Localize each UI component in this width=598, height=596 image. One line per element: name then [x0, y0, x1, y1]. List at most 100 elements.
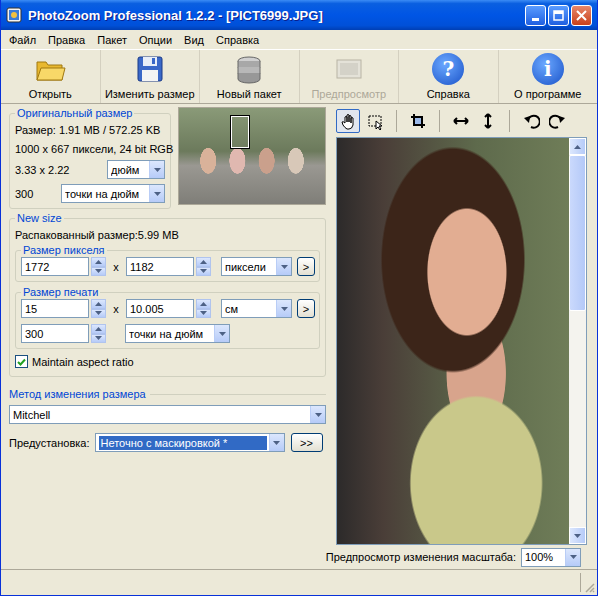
dropdown-button[interactable]: [276, 300, 291, 317]
unit-select[interactable]: пиксели: [221, 257, 292, 276]
folder-icon: [34, 53, 66, 85]
up-arrow-icon: [199, 301, 208, 307]
unit-select[interactable]: дюйм: [107, 160, 165, 179]
original-row: Оригинальный размерРазмер: 1.91 MB / 572…: [9, 107, 326, 209]
dropdown-button[interactable]: [149, 161, 164, 178]
down-arrow-icon: [573, 533, 582, 539]
toolbar-button[interactable]: iО программе: [498, 50, 598, 103]
dropdown-button[interactable]: [276, 258, 291, 275]
spin-down[interactable]: [91, 309, 106, 319]
scrollbar-track[interactable]: [569, 155, 586, 527]
dropdown-button[interactable]: [214, 325, 229, 342]
unit-select-text: см: [225, 303, 276, 315]
viewport-frame[interactable]: [231, 116, 249, 148]
spin-up[interactable]: [91, 299, 106, 309]
toolbar-button[interactable]: ?Справка: [398, 50, 498, 103]
spin-down[interactable]: [196, 267, 211, 277]
dropdown-button[interactable]: [565, 549, 580, 566]
height-field[interactable]: 1182: [126, 257, 194, 276]
toolbar-button[interactable]: Новый пакет: [199, 50, 299, 103]
view-tool-button[interactable]: [406, 109, 430, 133]
spin-up[interactable]: [196, 257, 211, 267]
dropdown-button[interactable]: [269, 434, 284, 451]
down-arrow-icon: [94, 310, 103, 316]
resolution-unit-select[interactable]: точки на дюйм: [61, 184, 165, 203]
menu-item[interactable]: Файл: [3, 33, 42, 47]
toolbar-button[interactable]: Изменить размер: [100, 50, 200, 103]
preset-label: Предустановка:: [9, 433, 90, 452]
up-arrow-icon: [94, 259, 103, 265]
preview-image[interactable]: [337, 138, 569, 544]
preset-select[interactable]: Неточно с маскировкой *: [95, 433, 285, 452]
resolution-row: 300 точки на дюйм: [15, 184, 165, 203]
up-arrow-icon: [199, 259, 208, 265]
dropdown-button[interactable]: [310, 406, 325, 423]
down-arrow-icon: [153, 167, 162, 173]
zoom-select[interactable]: 100%: [521, 548, 581, 567]
scroll-up-button[interactable]: [569, 138, 586, 155]
view-tool-button[interactable]: [476, 109, 500, 133]
width-field[interactable]: 15: [21, 299, 89, 318]
view-tool-button[interactable]: [336, 109, 360, 133]
maximize-button[interactable]: [548, 5, 569, 26]
floppy-icon: [134, 53, 166, 85]
view-tool-button[interactable]: [363, 109, 387, 133]
spinner[interactable]: [91, 257, 106, 276]
spinner[interactable]: [91, 299, 106, 318]
dropdown-button[interactable]: [149, 185, 164, 202]
spinner[interactable]: [91, 324, 106, 343]
apply-button[interactable]: >: [297, 299, 315, 318]
crop-icon: [409, 112, 427, 130]
minimize-icon: [529, 9, 542, 22]
view-tool-button[interactable]: [519, 109, 543, 133]
spin-up[interactable]: [91, 257, 106, 267]
toolbar-button[interactable]: Открыть: [1, 50, 100, 103]
view-tool-button[interactable]: [546, 109, 570, 133]
menu-item[interactable]: Пакет: [91, 33, 133, 47]
preset-row: Предустановка: Неточно с маскировкой * >>: [9, 433, 326, 452]
spin-up[interactable]: [91, 324, 106, 334]
spinner[interactable]: [196, 299, 211, 318]
unpacked-size-text: Распакованный размер:5.99 MB: [15, 225, 320, 244]
spin-up[interactable]: [196, 299, 211, 309]
toolbar-separator: [509, 110, 510, 132]
spinner[interactable]: [196, 257, 211, 276]
divider-line: [150, 394, 326, 395]
scrollbar-thumb[interactable]: [569, 155, 586, 311]
dimension-row: 15x10.005см>: [21, 299, 314, 318]
preset-button[interactable]: >>: [291, 433, 323, 452]
unit-select[interactable]: см: [221, 299, 292, 318]
preview-icon: [333, 53, 365, 85]
view-tool-button[interactable]: [449, 109, 473, 133]
vertical-scrollbar[interactable]: [569, 138, 586, 544]
width-field[interactable]: 1772: [21, 257, 89, 276]
resolution-unit-select[interactable]: точки на дюйм: [125, 324, 230, 343]
down-arrow-icon: [314, 412, 323, 418]
height-field[interactable]: 10.005: [126, 299, 194, 318]
close-icon: [575, 9, 588, 22]
menu-item[interactable]: Опции: [133, 33, 178, 47]
method-select[interactable]: Mitchell: [9, 405, 326, 424]
spin-down[interactable]: [91, 334, 106, 344]
size-text: Размер: 1.91 MB / 572.25 KB: [15, 120, 165, 139]
thumbnail-image[interactable]: [178, 107, 326, 205]
maintain-aspect-row[interactable]: Maintain aspect ratio: [15, 352, 320, 371]
toolbar-button: Предпросмотр: [299, 50, 399, 103]
scroll-down-button[interactable]: [569, 527, 586, 544]
checkbox-label[interactable]: Maintain aspect ratio: [32, 352, 134, 371]
spin-down[interactable]: [196, 309, 211, 319]
minimize-button[interactable]: [525, 5, 546, 26]
close-button[interactable]: [571, 5, 592, 26]
resolution-field[interactable]: 300: [21, 324, 89, 343]
fitheight-icon: [479, 112, 497, 130]
checkbox[interactable]: [15, 355, 28, 368]
menu-item[interactable]: Справка: [210, 33, 265, 47]
status-bar: [1, 569, 597, 595]
resolution-text: 300: [15, 184, 33, 203]
apply-button[interactable]: >: [297, 257, 315, 276]
menu-item[interactable]: Правка: [42, 33, 91, 47]
menu-item[interactable]: Вид: [178, 33, 210, 47]
grip-icon: [583, 581, 595, 593]
spin-down[interactable]: [91, 267, 106, 277]
resize-grip[interactable]: [581, 570, 597, 595]
